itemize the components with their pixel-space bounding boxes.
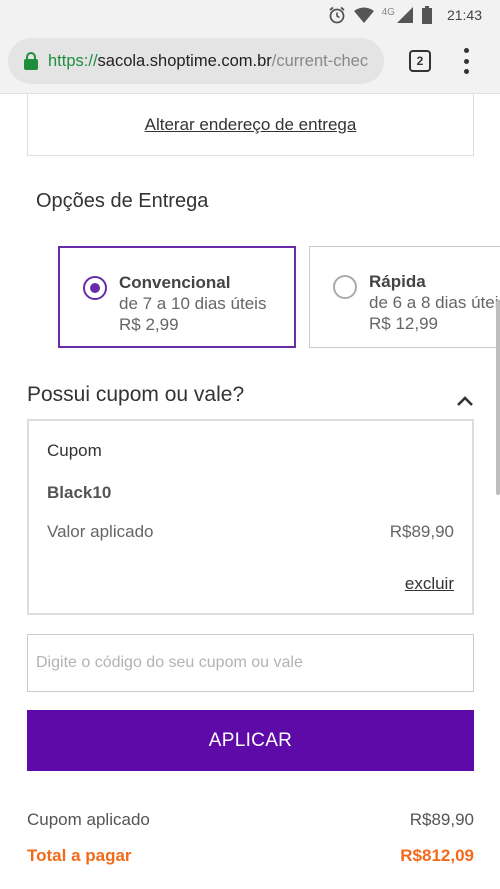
apply-coupon-button[interactable]: APLICAR [27, 710, 474, 771]
browser-toolbar: https://sacola.shoptime.com.br/current-c… [0, 30, 500, 94]
delivery-option-text: Rápida de 6 a 8 dias úteis R$ 12,99 [369, 271, 500, 334]
delivery-option-convencional[interactable]: Convencional de 7 a 10 dias úteis R$ 2,9… [58, 246, 296, 348]
clock: 21:43 [446, 7, 482, 23]
change-address-link[interactable]: Alterar endereço de entrega [145, 115, 357, 135]
battery-icon [421, 6, 432, 24]
tab-switcher-icon[interactable]: 2 [409, 50, 431, 72]
tab-count: 2 [416, 54, 424, 68]
alarm-icon [329, 6, 345, 24]
status-bar: 4G 21:43 [0, 0, 500, 30]
total-label: Total a pagar [27, 846, 132, 865]
radio-checked-icon[interactable] [83, 276, 107, 300]
coupon-code: Black10 [47, 483, 112, 502]
applied-value: R$89,90 [389, 522, 454, 541]
wifi-icon [353, 7, 374, 23]
delivery-option-price: R$ 12,99 [369, 314, 438, 333]
network-type: 4G [381, 6, 395, 18]
radio-unchecked-icon[interactable] [333, 275, 357, 299]
delivery-option-price: R$ 2,99 [119, 315, 179, 334]
signal-icon [396, 7, 413, 23]
coupon-applied-label: Cupom aplicado [27, 810, 150, 829]
url-host: sacola.shoptime.com.br [97, 51, 272, 70]
coupon-applied-value: R$89,90 [409, 810, 474, 829]
address-section: Alterar endereço de entrega [27, 94, 474, 156]
page-scrollbar[interactable] [496, 300, 500, 495]
delivery-options-title: Opções de Entrega [36, 190, 209, 212]
delivery-option-time: de 6 a 8 dias úteis [369, 293, 500, 312]
coupon-code-input[interactable] [27, 634, 474, 692]
delivery-option-text: Convencional de 7 a 10 dias úteis R$ 2,9… [119, 272, 266, 335]
coupon-label: Cupom [47, 441, 102, 460]
total-value: R$812,09 [400, 846, 474, 865]
more-options-icon[interactable] [458, 48, 474, 74]
applied-coupon-card: Cupom Black10 Valor aplicado R$89,90 exc… [27, 419, 474, 615]
delivery-option-rapida[interactable]: Rápida de 6 a 8 dias úteis R$ 12,99 [309, 246, 500, 348]
url-path: /current-chec [271, 51, 369, 70]
coupon-section-title: Possui cupom ou vale? [27, 383, 245, 406]
url-scheme: https:// [48, 51, 98, 70]
delivery-option-time: de 7 a 10 dias úteis [119, 294, 267, 313]
address-bar[interactable]: https://sacola.shoptime.com.br/current-c… [8, 38, 384, 84]
delivery-option-name: Rápida [369, 272, 426, 291]
chevron-up-icon[interactable] [456, 392, 474, 410]
delivery-option-name: Convencional [119, 273, 231, 292]
applied-value-label: Valor aplicado [47, 522, 154, 541]
delete-coupon-link[interactable]: excluir [405, 574, 454, 594]
lock-icon [24, 52, 38, 70]
status-icons: 4G 21:43 [328, 4, 482, 26]
